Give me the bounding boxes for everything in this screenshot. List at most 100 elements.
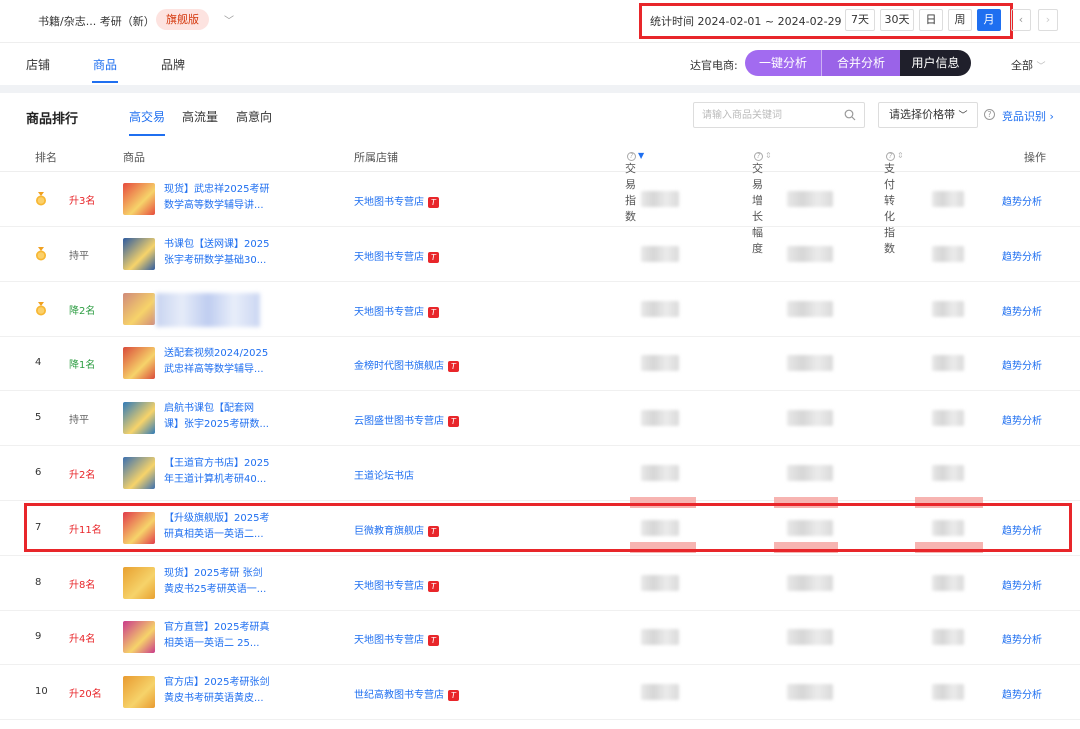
period-30d-button[interactable]: 30天 bbox=[880, 9, 914, 31]
trend-analysis-link[interactable]: 趋势分析 bbox=[1002, 686, 1042, 701]
product-title[interactable]: 现货】武忠祥2025考研 数学高等数学辅导讲... bbox=[164, 182, 274, 214]
search-icon[interactable] bbox=[844, 109, 856, 121]
shop-name[interactable]: 天地图书专营店 T bbox=[354, 577, 439, 592]
search-input[interactable] bbox=[702, 107, 837, 123]
tab-store[interactable]: 店铺 bbox=[26, 56, 50, 73]
daguan-label: 达官电商: bbox=[690, 59, 738, 72]
rank-change: 持平 bbox=[69, 415, 89, 427]
shop-name-label: 天地图书专营店 bbox=[354, 197, 424, 208]
shop-name-label: 云图盛世图书专营店 bbox=[354, 416, 444, 428]
product-thumbnail[interactable] bbox=[123, 676, 155, 709]
blurred-transaction-index bbox=[641, 410, 679, 427]
tab-high-traffic[interactable]: 高流量 bbox=[182, 108, 218, 125]
col-transaction-index[interactable]: 交易指数? ▼ bbox=[625, 149, 644, 223]
table-header: 排名 商品 所属店铺 交易指数? ▼ 交易增长幅度? ⇕ 支付转化指数? ⇕ 操作 bbox=[0, 138, 1080, 255]
product-title[interactable]: 官方直营】2025考研真 相英语一英语二 25... bbox=[164, 620, 274, 652]
chevron-down-icon[interactable]: ﹀ bbox=[224, 12, 234, 27]
table-row: 9 升4名 官方直营】2025考研真 相英语一英语二 25... 天地图书专营店 T 趋势分… bbox=[0, 610, 1080, 666]
product-title[interactable]: 启航书课包【配套网 课】张宇2025考研数... bbox=[164, 401, 274, 433]
blurred-conversion bbox=[932, 410, 964, 427]
price-band-select[interactable]: 请选择价格带 ﹀ bbox=[878, 102, 978, 128]
blurred-transaction-index bbox=[641, 355, 679, 372]
product-title-line: 年王道计算机考研40... bbox=[164, 474, 267, 485]
shop-name[interactable]: 云图盛世图书专营店 T bbox=[354, 412, 459, 428]
col-conversion[interactable]: 支付转化指数? ⇕ bbox=[884, 149, 904, 255]
product-thumbnail[interactable] bbox=[123, 566, 155, 599]
shop-name[interactable]: 金榜时代图书旗舰店 T bbox=[354, 357, 459, 373]
blurred-transaction-index bbox=[641, 684, 679, 701]
rank-change: 升2名 bbox=[69, 470, 96, 481]
shop-name-label: 世纪高教图书专营店 bbox=[354, 690, 444, 702]
shop-name[interactable]: 天地图书专营店 T bbox=[354, 193, 439, 208]
product-thumbnail[interactable] bbox=[123, 183, 155, 215]
next-arrow-icon[interactable]: › bbox=[1038, 9, 1058, 31]
period-day-button[interactable]: 日 bbox=[919, 9, 943, 31]
competitor-identify-link[interactable]: 竞品识别 › bbox=[1002, 108, 1054, 124]
shop-name[interactable]: 天地图书专营店 T bbox=[354, 631, 439, 647]
search-box bbox=[693, 102, 865, 128]
trend-analysis-link[interactable]: 趋势分析 bbox=[1002, 248, 1042, 263]
merge-analysis-button[interactable]: 合并分析 bbox=[821, 50, 900, 76]
product-title-line: 武忠祥高等数学辅导... bbox=[164, 364, 264, 376]
competitor-link-label: 竞品识别 bbox=[1002, 110, 1046, 123]
product-title[interactable]: 书课包【送网课】2025 张宇考研数学基础30... bbox=[164, 237, 274, 269]
product-thumbnail[interactable] bbox=[123, 292, 155, 325]
tab-product[interactable]: 商品 bbox=[93, 56, 117, 73]
table-row: 持平 书课包【送网课】2025 张宇考研数学基础30... 天地图书专营店 T 趋势分析 bbox=[0, 227, 1080, 282]
user-info-button[interactable]: 用户信息 bbox=[900, 50, 971, 76]
product-title-line: 【王道官方书店】2025 bbox=[164, 458, 270, 469]
product-title-line: 官方直营】2025考研真 bbox=[164, 622, 270, 634]
product-thumbnail[interactable] bbox=[123, 457, 155, 489]
date-range-label[interactable]: 统计时间 2024-02-01 ~ 2024-02-29 bbox=[650, 13, 842, 29]
product-thumbnail[interactable] bbox=[123, 237, 155, 270]
product-thumbnail[interactable] bbox=[123, 402, 155, 435]
one-click-analysis-button[interactable]: 一键分析 bbox=[745, 50, 821, 76]
product-thumbnail[interactable] bbox=[123, 347, 155, 380]
medal-icon bbox=[36, 246, 46, 261]
trend-analysis-link[interactable]: 趋势分析 bbox=[1002, 357, 1042, 372]
tab-brand[interactable]: 品牌 bbox=[161, 56, 185, 73]
blurred-product-title bbox=[156, 292, 260, 327]
rank-change: 持平 bbox=[69, 250, 89, 262]
period-week-button[interactable]: 周 bbox=[948, 9, 972, 31]
product-thumbnail[interactable] bbox=[123, 621, 155, 654]
blurred-transaction-index bbox=[641, 245, 679, 262]
medal-icon bbox=[36, 192, 46, 206]
prev-arrow-icon[interactable]: ‹ bbox=[1011, 9, 1031, 31]
col-growth[interactable]: 交易增长幅度? ⇕ bbox=[752, 149, 772, 255]
product-title[interactable]: 【王道官方书店】2025 年王道计算机考研40... bbox=[164, 456, 274, 488]
trend-analysis-link[interactable]: 趋势分析 bbox=[1002, 577, 1042, 592]
sort-icon: ⇕ bbox=[897, 151, 904, 160]
shop-name-label: 王道论坛书店 bbox=[354, 471, 414, 482]
rank-change: 升20名 bbox=[69, 689, 102, 701]
product-title[interactable]: 官方店】2025考研张剑 黄皮书考研英语黄皮... bbox=[164, 675, 274, 707]
tab-high-intent[interactable]: 高意向 bbox=[236, 108, 272, 125]
product-title[interactable]: 现货】2025考研 张剑 黄皮书25考研英语一... bbox=[164, 566, 274, 598]
tmall-badge-icon: T bbox=[428, 251, 439, 263]
tab-high-transaction[interactable]: 高交易 bbox=[129, 108, 165, 125]
shop-name[interactable]: 天地图书专营店 T bbox=[354, 248, 439, 263]
tmall-badge-icon: T bbox=[448, 416, 459, 428]
col-shop: 所属店铺 bbox=[354, 151, 398, 164]
section-title: 商品排行 bbox=[26, 112, 79, 127]
trend-analysis-link[interactable]: 趋势分析 bbox=[1002, 412, 1042, 427]
period-7d-button[interactable]: 7天 bbox=[845, 9, 875, 31]
rank-number: 9 bbox=[35, 631, 42, 643]
blurred-transaction-index bbox=[641, 574, 679, 591]
help-icon[interactable]: ? bbox=[984, 109, 995, 120]
blurred-growth bbox=[787, 300, 833, 317]
trend-analysis-link[interactable]: 趋势分析 bbox=[1002, 631, 1042, 646]
blurred-growth bbox=[787, 191, 833, 207]
product-title-line: 书课包【送网课】2025 bbox=[164, 238, 270, 250]
rank-number: 4 bbox=[35, 357, 42, 369]
shop-name[interactable]: 天地图书专营店 T bbox=[354, 303, 439, 318]
table-row: 6 升2名 【王道官方书店】2025 年王道计算机考研40... 王道论坛书店 bbox=[0, 446, 1080, 501]
shop-name[interactable]: 世纪高教图书专营店 T bbox=[354, 686, 459, 702]
trend-analysis-link[interactable]: 趋势分析 bbox=[1002, 303, 1042, 318]
product-title[interactable]: 送配套视频2024/2025 武忠祥高等数学辅导... bbox=[164, 346, 274, 378]
trend-analysis-link[interactable]: 趋势分析 bbox=[1002, 193, 1042, 208]
category-selector[interactable]: 书籍/杂志... 考研（新） bbox=[38, 13, 155, 29]
period-month-button[interactable]: 月 bbox=[977, 9, 1001, 31]
shop-name[interactable]: 王道论坛书店 bbox=[354, 467, 414, 482]
all-filter-select[interactable]: 全部 ﹀ bbox=[1011, 57, 1046, 73]
